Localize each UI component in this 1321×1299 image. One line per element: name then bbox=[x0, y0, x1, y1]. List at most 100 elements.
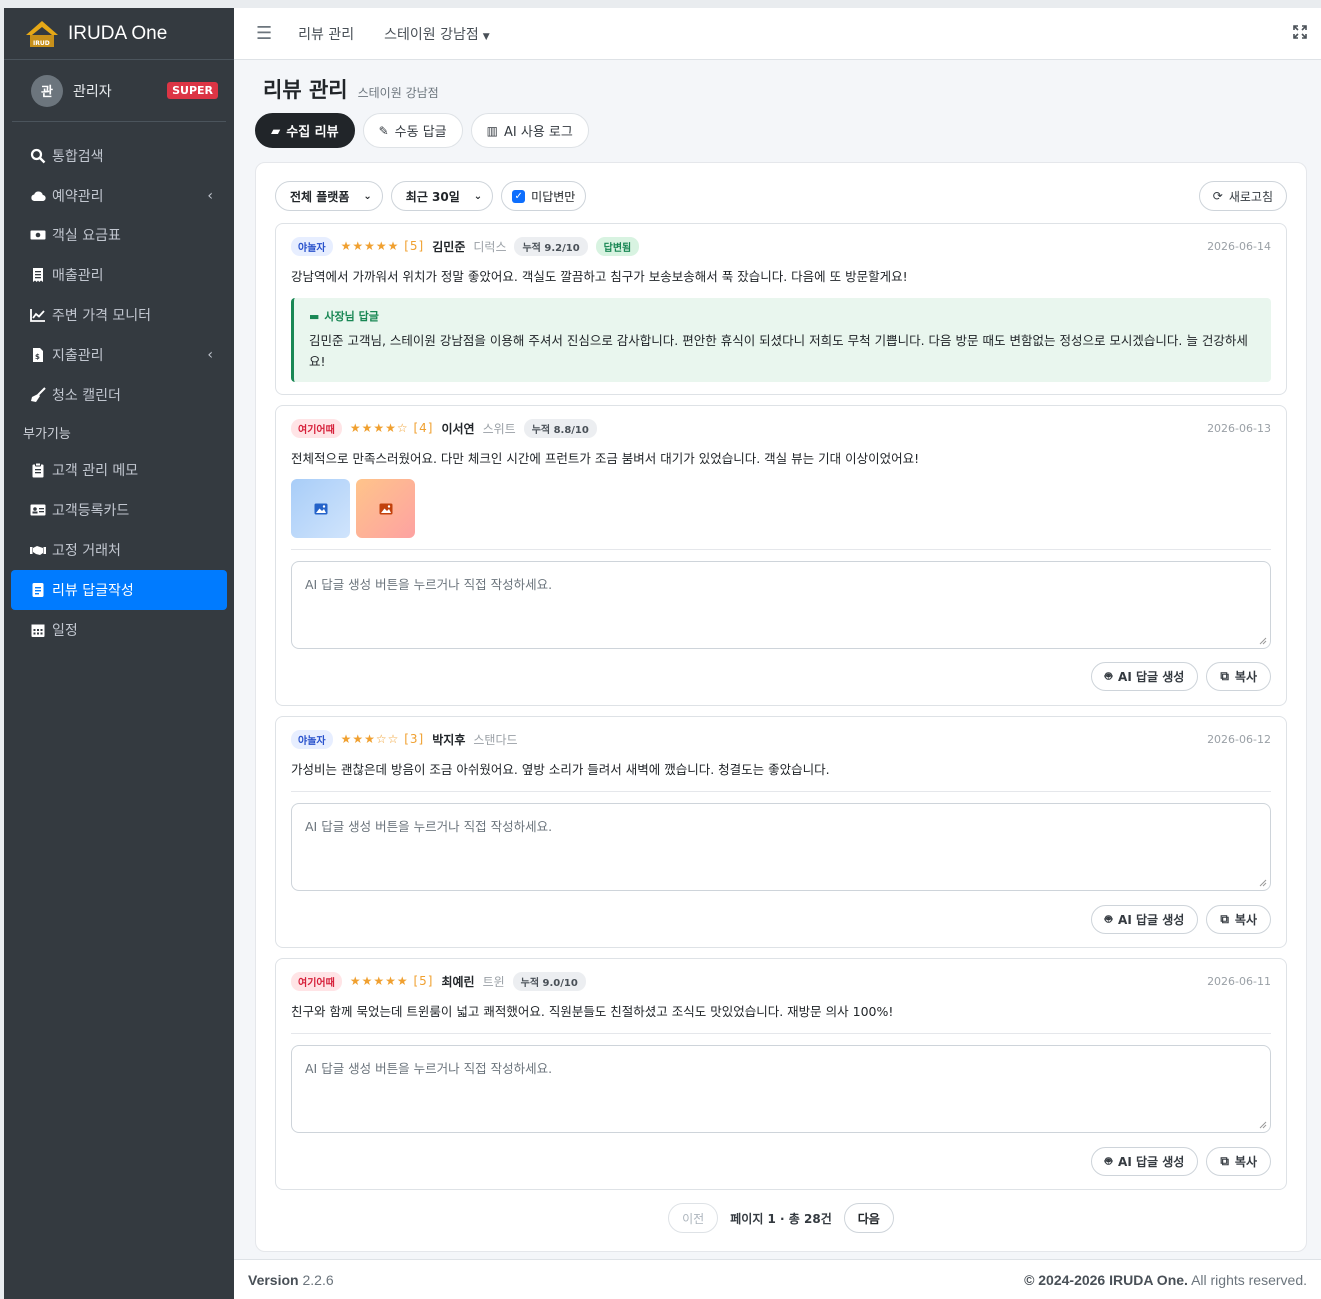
tab-label: AI 사용 로그 bbox=[504, 125, 573, 140]
copyright-years: © 2024-2026 bbox=[1024, 1271, 1106, 1288]
handshake-icon bbox=[30, 546, 46, 556]
review-photo[interactable] bbox=[291, 479, 350, 538]
image-icon bbox=[314, 503, 327, 514]
review-photo[interactable] bbox=[356, 479, 415, 538]
owner-reply-title-label: 사장님 답글 bbox=[324, 310, 379, 323]
review-card: 여기어때 ★★★★☆ [4] 이서연 스위트 누적 8.8/10 2026-06… bbox=[275, 405, 1287, 706]
review-date: 2026-06-13 bbox=[1207, 421, 1271, 435]
sidebar-item-label: 고객 관리 메모 bbox=[52, 463, 139, 480]
star-rating: ★★★☆☆ [3] bbox=[341, 732, 425, 746]
sidebar-item-fixed-vendors[interactable]: 고정 거래처 bbox=[11, 530, 227, 570]
copyright: © 2024-2026 IRUDA One. All rights reserv… bbox=[1024, 1272, 1307, 1288]
property-dropdown[interactable]: 스테이원 강남점 ▼ bbox=[384, 24, 490, 44]
review-photos bbox=[291, 479, 415, 538]
robot-icon: 🤖︎ bbox=[1104, 912, 1113, 926]
ai-generate-button[interactable]: 🤖︎ AI 답글 생성 bbox=[1090, 662, 1199, 691]
reply-textarea[interactable]: AI 답글 생성 버튼을 누르거나 직접 작성하세요. bbox=[291, 561, 1271, 649]
sidebar-item-cleaning-calendar[interactable]: 청소 캘린더 bbox=[11, 375, 227, 415]
review-card: 야놀자 ★★★★★ [5] 김민준 디럭스 누적 9.2/10 답변됨 2026… bbox=[275, 223, 1287, 395]
sidebar-item-label: 지출관리 bbox=[52, 347, 104, 364]
pencil-icon: ✎ bbox=[378, 123, 389, 138]
sidebar-item-label: 일정 bbox=[52, 622, 78, 639]
sidebar-item-label: 리뷰 답글작성 bbox=[52, 582, 134, 599]
resize-grip-icon[interactable] bbox=[1259, 879, 1267, 887]
review-card: 여기어때 ★★★★★ [5] 최예린 트윈 누적 9.0/10 2026-06-… bbox=[275, 958, 1287, 1190]
sidebar-item-room-rates[interactable]: 객실 요금표 bbox=[11, 216, 227, 256]
image-icon bbox=[379, 503, 392, 514]
tab-manual-reply[interactable]: ✎ 수동 답글 bbox=[362, 113, 463, 148]
cumulative-score: 누적 9.0/10 bbox=[512, 971, 586, 991]
robot-icon: 🤖︎ bbox=[1104, 669, 1113, 683]
tab-ai-usage-log[interactable]: ▥ AI 사용 로그 bbox=[470, 113, 589, 148]
period-select-value: 최근 30일 bbox=[405, 189, 460, 204]
reply-textarea[interactable]: AI 답글 생성 버튼을 누르거나 직접 작성하세요. bbox=[291, 1045, 1271, 1133]
copy-button[interactable]: ⧉ 복사 bbox=[1206, 1147, 1271, 1176]
cloud-icon bbox=[31, 191, 46, 201]
ai-generate-button[interactable]: 🤖︎ AI 답글 생성 bbox=[1090, 905, 1199, 934]
review-date: 2026-06-14 bbox=[1207, 239, 1271, 253]
platform-select[interactable]: 전체 플랫폼 ⌄ bbox=[275, 181, 383, 211]
star-rating: ★★★★★ [5] bbox=[350, 974, 434, 988]
fullscreen-icon[interactable] bbox=[1293, 25, 1307, 39]
calendar-icon bbox=[31, 624, 45, 637]
property-dropdown-label: 스테이원 강남점 bbox=[384, 26, 479, 43]
copy-button[interactable]: ⧉ 복사 bbox=[1206, 662, 1271, 691]
room-type: 디럭스 bbox=[473, 239, 507, 254]
platform-badge: 야놀자 bbox=[291, 236, 333, 256]
user-panel[interactable]: 관 관리자 SUPER bbox=[12, 60, 226, 122]
resize-grip-icon[interactable] bbox=[1259, 637, 1267, 645]
status-badge: 답변됨 bbox=[595, 236, 640, 256]
id-card-icon bbox=[30, 504, 46, 516]
main-content: 리뷰 관리 스테이원 강남점 ▰ 수집 리뷰 ✎ 수동 답글 ▥ AI 사용 로그 전… bbox=[234, 60, 1321, 1259]
brand[interactable]: IRUD IRUDA One bbox=[4, 8, 234, 60]
prev-page-button[interactable]: 이전 bbox=[668, 1203, 719, 1233]
divider bbox=[291, 1033, 1271, 1034]
review-card: 야놀자 ★★★☆☆ [3] 박지후 스탠다드 2026-06-12 가성비는 괜… bbox=[275, 716, 1287, 948]
unanswered-only-toggle[interactable]: ✓ 미답변만 bbox=[501, 181, 587, 211]
sidebar-item-label: 고객등록카드 bbox=[52, 503, 130, 520]
owner-reply-text: 김민준 고객님, 스테이원 강남점을 이용해 주셔서 진심으로 감사합니다. 편… bbox=[309, 333, 1248, 369]
ai-generate-button[interactable]: 🤖︎ AI 답글 생성 bbox=[1090, 1147, 1199, 1176]
checkbox-checked-icon[interactable]: ✓ bbox=[512, 189, 526, 203]
user-name: 관리자 bbox=[73, 83, 112, 100]
sidebar-item-price-monitor[interactable]: 주변 가격 모니터 bbox=[11, 295, 227, 335]
reply-actions: 🤖︎ AI 답글 생성 ⧉ 복사 bbox=[1090, 905, 1271, 934]
copy-button[interactable]: ⧉ 복사 bbox=[1206, 905, 1271, 934]
chart-line-icon bbox=[30, 309, 45, 322]
sidebar-item-label: 매출관리 bbox=[52, 268, 104, 285]
copyright-brand[interactable]: IRUDA One. bbox=[1109, 1272, 1188, 1288]
caret-down-icon: ▼ bbox=[482, 31, 490, 42]
review-text: 가성비는 괜찮은데 방음이 조금 아쉬웠어요. 옆방 소리가 들려서 새벽에 깼… bbox=[291, 762, 830, 777]
resize-grip-icon[interactable] bbox=[1259, 1121, 1267, 1129]
reply-placeholder: AI 답글 생성 버튼을 누르거나 직접 작성하세요. bbox=[305, 577, 553, 592]
sidebar-item-review-reply[interactable]: 리뷰 답글작성 bbox=[11, 569, 227, 610]
sidebar-item-label: 고정 거래처 bbox=[52, 543, 121, 560]
file-text-icon bbox=[32, 582, 44, 597]
star-rating: ★★★★☆ [4] bbox=[350, 421, 434, 435]
room-type: 트윈 bbox=[482, 974, 505, 989]
sidebar-item-registration-card[interactable]: 고객등록카드 bbox=[11, 490, 227, 530]
topbar-link-reviews[interactable]: 리뷰 관리 bbox=[298, 24, 354, 44]
ai-generate-label: AI 답글 생성 bbox=[1118, 1155, 1185, 1169]
next-page-button[interactable]: 다음 bbox=[843, 1203, 894, 1233]
menu-toggle-icon[interactable]: ☰ bbox=[256, 23, 272, 44]
copy-label: 복사 bbox=[1234, 913, 1257, 927]
stars-icon: ★★★☆☆ bbox=[340, 732, 400, 746]
rating-value: [4] bbox=[413, 421, 434, 435]
refresh-button[interactable]: ⟳ 새로고침 bbox=[1198, 181, 1287, 211]
reply-textarea[interactable]: AI 답글 생성 버튼을 누르거나 직접 작성하세요. bbox=[291, 803, 1271, 891]
sidebar-item-customer-memo[interactable]: 고객 관리 메모 bbox=[11, 451, 227, 491]
sidebar-item-search[interactable]: 통합검색 bbox=[11, 136, 227, 176]
review-header: 여기어때 ★★★★★ [5] 최예린 트윈 누적 9.0/10 2026-06-… bbox=[291, 971, 1271, 991]
rating-value: [5] bbox=[404, 239, 425, 253]
sidebar-nav: 통합검색 예약관리 ‹ 객실 요금표 매출관리 주변 가격 모니터 $ 지출관리… bbox=[4, 122, 234, 650]
sidebar-item-schedule[interactable]: 일정 bbox=[11, 610, 227, 650]
sidebar-item-expenses[interactable]: $ 지출관리 ‹ bbox=[11, 335, 227, 375]
period-select[interactable]: 최근 30일 ⌄ bbox=[390, 181, 494, 211]
tab-collected-reviews[interactable]: ▰ 수집 리뷰 bbox=[255, 113, 355, 148]
page-info: 페이지 1 · 총 28건 bbox=[730, 1211, 832, 1226]
tab-bar: ▰ 수집 리뷰 ✎ 수동 답글 ▥ AI 사용 로그 bbox=[255, 113, 589, 148]
sidebar-item-sales[interactable]: 매출관리 bbox=[11, 255, 227, 295]
sidebar-item-reservations[interactable]: 예약관리 ‹ bbox=[11, 176, 227, 216]
platform-select-value: 전체 플랫폼 bbox=[290, 189, 350, 204]
